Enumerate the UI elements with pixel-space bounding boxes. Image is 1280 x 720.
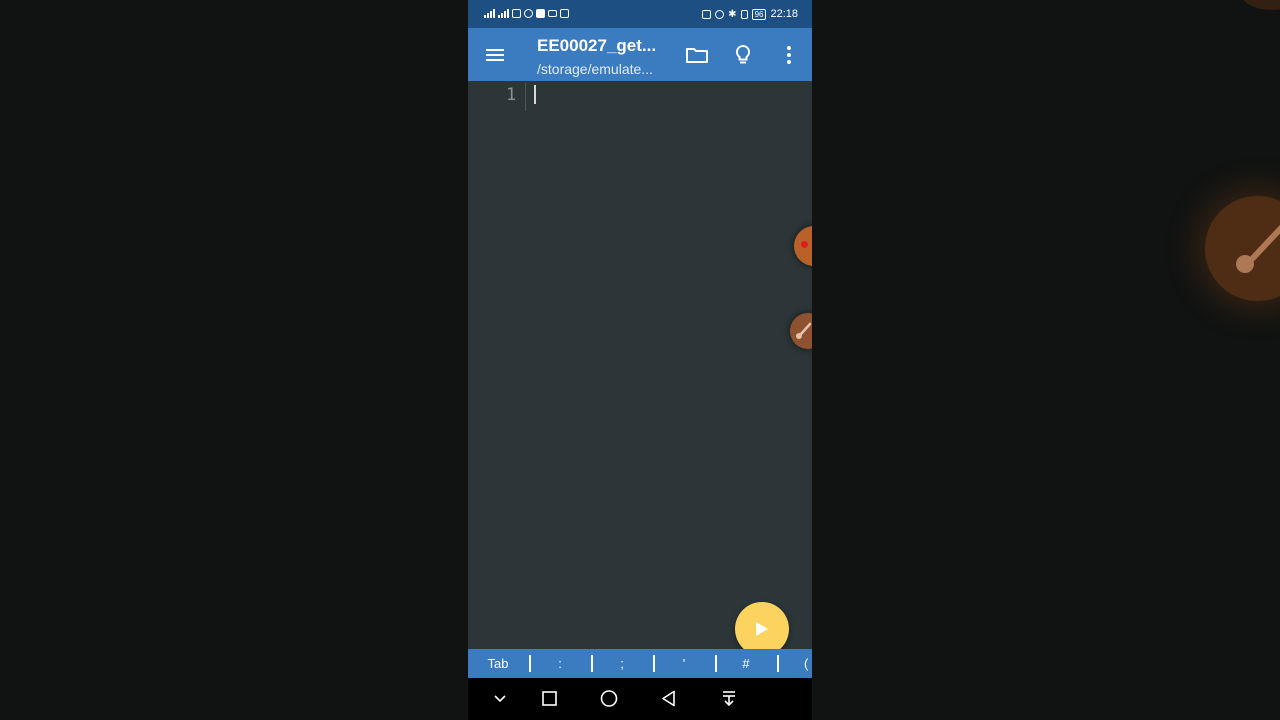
phone-screen: ✱ 96 22:18 EE00027_get... /storage/emula…	[468, 0, 812, 720]
symbol-separator	[591, 655, 593, 672]
signal-4g-icon	[484, 9, 495, 18]
run-button[interactable]	[735, 602, 789, 656]
cast-icon	[512, 9, 521, 18]
symbol-separator	[653, 655, 655, 672]
file-title: EE00027_get...	[537, 36, 657, 55]
tips-button[interactable]	[728, 40, 758, 70]
nav-home-button[interactable]	[596, 686, 622, 712]
vibrate-icon	[740, 9, 748, 19]
symbol-bar: Tab : ; ' # (	[468, 649, 812, 678]
menu-button[interactable]	[482, 42, 508, 68]
signal-icon	[498, 9, 509, 18]
status-bar: ✱ 96 22:18	[468, 0, 812, 28]
more-options-button[interactable]	[774, 40, 804, 70]
nav-hide-keyboard-button[interactable]	[487, 686, 513, 712]
symbol-key-quote[interactable]: '	[664, 649, 704, 678]
video-letterbox-left	[0, 0, 468, 720]
open-folder-button[interactable]	[682, 40, 712, 70]
notification-pull-icon	[723, 691, 735, 707]
nav-notification-button[interactable]	[716, 686, 742, 712]
nfc-icon	[702, 9, 712, 19]
square-icon	[542, 691, 557, 706]
lightbulb-icon	[735, 44, 751, 64]
status-left-icons	[484, 9, 569, 18]
code-editor[interactable]: 1	[468, 81, 812, 649]
background-blur-blob	[1242, 0, 1280, 10]
video-icon	[536, 9, 545, 18]
clipboard-icon	[560, 9, 569, 18]
status-right-icons: ✱ 96 22:18	[702, 8, 798, 20]
eye-icon	[524, 9, 533, 18]
folder-icon	[686, 48, 708, 63]
more-vert-icon	[787, 46, 791, 64]
nav-back-button[interactable]	[656, 686, 682, 712]
brush-icon	[796, 322, 812, 339]
draw-tool-bubble[interactable]	[790, 313, 812, 349]
symbol-key-colon[interactable]: :	[540, 649, 580, 678]
gutter-divider	[525, 83, 526, 111]
battery-indicator: 96	[751, 8, 767, 20]
brush-icon	[1236, 224, 1280, 273]
circle-icon	[600, 690, 618, 707]
chevron-down-icon	[494, 695, 506, 703]
back-triangle-icon	[662, 690, 675, 707]
background-brush-bubble-blur	[1205, 196, 1280, 301]
file-path: /storage/emulate...	[537, 61, 653, 77]
symbol-separator	[777, 655, 779, 672]
app-bar: EE00027_get... /storage/emulate...	[468, 28, 812, 81]
nav-recents-button[interactable]	[536, 686, 562, 712]
symbol-key-hash[interactable]: #	[726, 649, 766, 678]
symbol-key-semicolon[interactable]: ;	[602, 649, 642, 678]
line-number: 1	[506, 85, 517, 105]
symbol-key-tab[interactable]: Tab	[478, 649, 518, 678]
status-time: 22:18	[770, 8, 798, 20]
alarm-icon	[715, 9, 725, 19]
navigation-bar	[468, 678, 812, 720]
laptop-icon	[548, 10, 557, 17]
text-cursor	[534, 85, 536, 104]
record-dot-icon	[801, 241, 808, 248]
bluetooth-icon: ✱	[728, 8, 737, 20]
symbol-separator	[529, 655, 531, 672]
symbol-separator	[715, 655, 717, 672]
symbol-key-paren[interactable]: (	[804, 649, 812, 678]
video-letterbox-right	[812, 0, 1280, 720]
play-icon	[756, 622, 768, 636]
